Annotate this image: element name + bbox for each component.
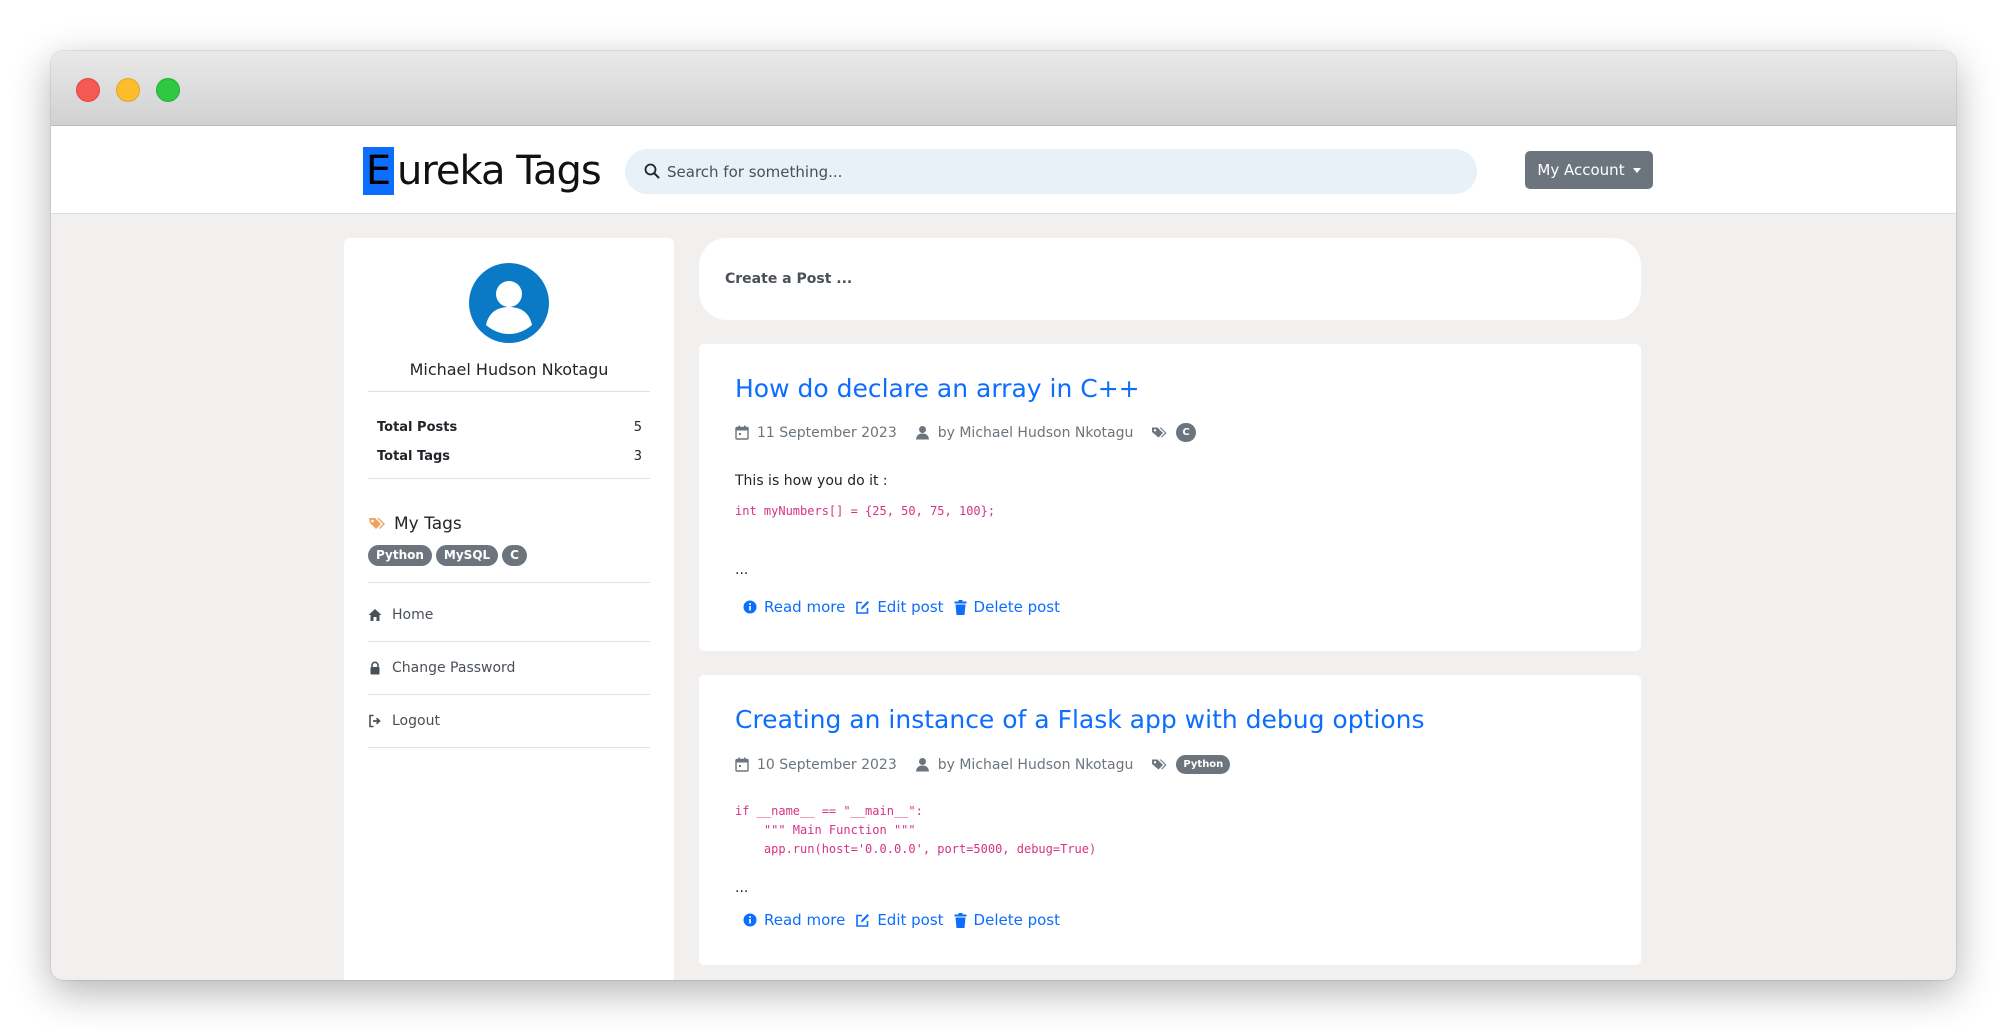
stat-label: Total Posts <box>377 420 458 435</box>
maximize-window-button[interactable] <box>156 78 180 102</box>
tags-icon <box>1152 427 1167 437</box>
info-icon <box>743 913 757 927</box>
read-more-label: Read more <box>764 598 846 616</box>
calendar-icon <box>735 425 749 440</box>
read-more-link[interactable]: Read more <box>743 911 845 929</box>
browser-window: E ureka Tags My Account Michael Hudson N… <box>51 51 1956 980</box>
user-icon <box>915 758 929 772</box>
edit-post-label: Edit post <box>877 911 944 929</box>
my-tags-title: My Tags <box>394 514 462 534</box>
edit-post-link[interactable]: Edit post <box>855 911 944 929</box>
my-tags-list: Python MySQL C <box>368 545 527 566</box>
tags-icon <box>1152 759 1167 769</box>
post-tag-badge[interactable]: C <box>1176 423 1196 442</box>
delete-post-link[interactable]: Delete post <box>954 911 1060 929</box>
delete-post-label: Delete post <box>973 911 1060 929</box>
post-card: How do declare an array in C++ 11 Septem… <box>699 344 1641 651</box>
divider <box>368 391 650 392</box>
post-date: 10 September 2023 <box>757 756 897 773</box>
stat-label: Total Tags <box>377 449 451 464</box>
delete-post-label: Delete post <box>973 598 1060 616</box>
post-author: by Michael Hudson Nkotagu <box>937 756 1134 773</box>
search-input[interactable] <box>667 149 1457 194</box>
edit-icon <box>856 600 870 614</box>
sidebar-item-label: Change Password <box>392 660 516 676</box>
window-titlebar <box>51 51 1956 126</box>
post-title[interactable]: Creating an instance of a Flask app with… <box>735 705 1425 734</box>
user-avatar-icon <box>469 263 549 343</box>
tags-icon <box>369 518 385 529</box>
search-bar <box>625 149 1477 194</box>
edit-post-label: Edit post <box>877 598 944 616</box>
search-icon <box>644 163 660 179</box>
edit-icon <box>856 913 870 927</box>
sidebar-item-home[interactable]: Home <box>368 589 650 642</box>
post-card: Creating an instance of a Flask app with… <box>699 675 1641 965</box>
lock-icon <box>370 661 380 675</box>
my-account-label: My Account <box>1537 161 1625 179</box>
calendar-icon <box>735 757 749 772</box>
tag-badge[interactable]: MySQL <box>435 545 499 566</box>
tag-badge[interactable]: C <box>502 545 527 566</box>
post-meta: 10 September 2023 by Michael Hudson Nkot… <box>735 755 1248 774</box>
post-date: 11 September 2023 <box>757 424 897 441</box>
post-text: This is how you do it : <box>735 473 888 489</box>
logo-text: ureka Tags <box>397 148 602 194</box>
divider <box>368 478 650 479</box>
total-posts-row: Total Posts 5 <box>377 420 642 435</box>
post-title[interactable]: How do declare an array in C++ <box>735 374 1140 403</box>
logout-icon <box>369 714 381 728</box>
tag-badge[interactable]: Python <box>368 545 432 566</box>
post-ellipsis: ... <box>735 880 749 896</box>
post-author: by Michael Hudson Nkotagu <box>937 424 1134 441</box>
divider <box>368 582 650 583</box>
post-actions: Read more Edit post Delete post <box>743 911 1060 929</box>
create-post-label: Create a Post ... <box>725 271 853 287</box>
read-more-label: Read more <box>764 911 846 929</box>
post-code-snippet: if __name__ == "__main__": """ Main Func… <box>735 804 1097 856</box>
logo-initial: E <box>363 147 394 195</box>
post-tag-badge[interactable]: Python <box>1176 755 1231 774</box>
read-more-link[interactable]: Read more <box>743 598 845 616</box>
post-code-snippet: int myNumbers[] = {25, 50, 75, 100}; <box>735 504 996 518</box>
profile-sidebar: Michael Hudson Nkotagu Total Posts 5 Tot… <box>344 238 674 980</box>
total-tags-row: Total Tags 3 <box>377 449 642 464</box>
home-icon <box>368 609 382 621</box>
my-tags-heading: My Tags <box>368 514 462 534</box>
trash-icon <box>954 912 967 928</box>
sidebar-item-label: Home <box>392 607 434 623</box>
profile-name: Michael Hudson Nkotagu <box>409 360 609 379</box>
post-meta: 11 September 2023 by Michael Hudson Nkot… <box>735 423 1214 442</box>
stat-value: 5 <box>633 420 642 435</box>
create-post-box[interactable]: Create a Post ... <box>699 238 1641 320</box>
sidebar-item-logout[interactable]: Logout <box>368 695 650 748</box>
caret-down-icon <box>1632 167 1641 173</box>
edit-post-link[interactable]: Edit post <box>855 598 944 616</box>
minimize-window-button[interactable] <box>116 78 140 102</box>
stat-value: 3 <box>633 449 642 464</box>
top-navbar: E ureka Tags My Account <box>51 126 1956 214</box>
delete-post-link[interactable]: Delete post <box>954 598 1060 616</box>
site-logo[interactable]: E ureka Tags <box>363 147 602 195</box>
trash-icon <box>954 599 967 615</box>
sidebar-item-change-password[interactable]: Change Password <box>368 642 650 695</box>
info-icon <box>743 600 757 614</box>
close-window-button[interactable] <box>76 78 100 102</box>
user-icon <box>915 426 929 440</box>
post-ellipsis: ... <box>735 562 749 578</box>
post-actions: Read more Edit post Delete post <box>743 598 1060 616</box>
sidebar-item-label: Logout <box>392 713 440 729</box>
my-account-dropdown[interactable]: My Account <box>1525 151 1653 189</box>
